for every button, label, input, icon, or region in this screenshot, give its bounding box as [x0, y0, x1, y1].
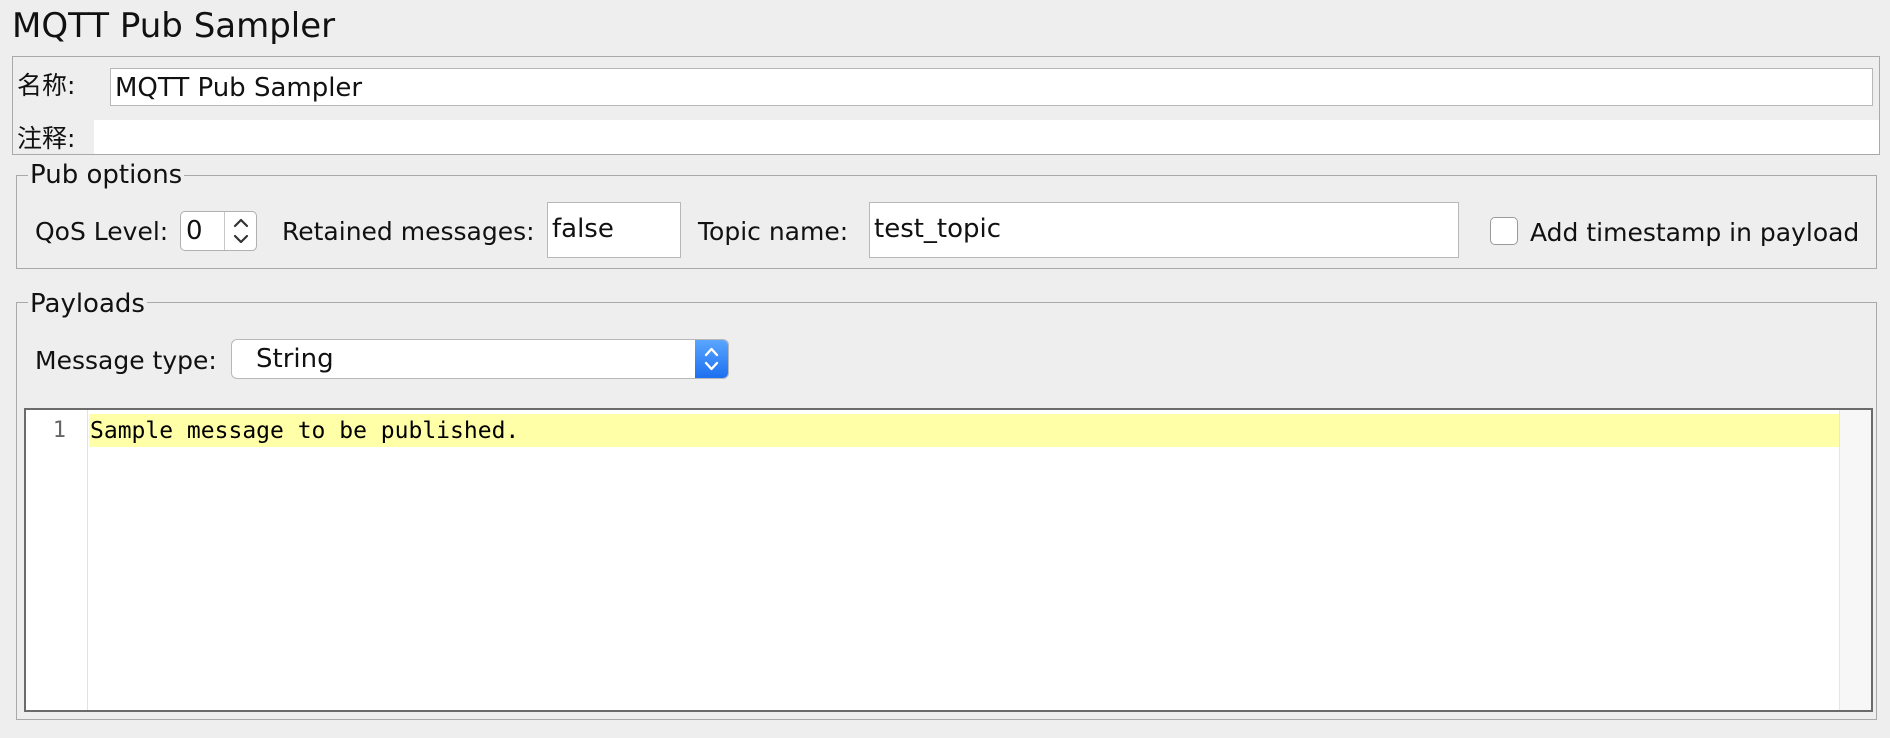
qos-value[interactable]: 0: [184, 215, 224, 247]
comment-field[interactable]: [94, 120, 1879, 154]
message-type-label: Message type:: [35, 346, 217, 375]
up-down-chevron-icon[interactable]: [224, 212, 257, 250]
message-type-select[interactable]: String: [231, 339, 729, 379]
pub-options-legend: Pub options: [28, 160, 185, 190]
timestamp-checkbox[interactable]: [1490, 217, 1518, 245]
timestamp-label: Add timestamp in payload: [1530, 218, 1860, 247]
editor-scrollbar[interactable]: [1839, 410, 1871, 710]
topic-field[interactable]: test_topic: [869, 202, 1459, 258]
topic-label: Topic name:: [698, 217, 849, 246]
line-number-gutter: 1: [26, 410, 88, 710]
name-label: 名称:: [17, 71, 76, 100]
line-number: 1: [52, 418, 66, 443]
payload-editor[interactable]: 1 Sample message to be published.: [24, 408, 1873, 712]
qos-spinner[interactable]: 0: [180, 211, 257, 251]
retained-label: Retained messages:: [282, 217, 535, 246]
editor-line[interactable]: Sample message to be published.: [90, 416, 519, 446]
payloads-legend: Payloads: [28, 289, 147, 319]
comment-label: 注释:: [17, 124, 76, 153]
page-title: MQTT Pub Sampler: [12, 6, 336, 46]
retained-field[interactable]: false: [547, 202, 681, 258]
qos-label: QoS Level:: [35, 217, 169, 246]
up-down-chevron-icon[interactable]: [695, 340, 728, 378]
name-field[interactable]: MQTT Pub Sampler: [110, 68, 1873, 106]
message-type-value: String: [256, 344, 334, 374]
